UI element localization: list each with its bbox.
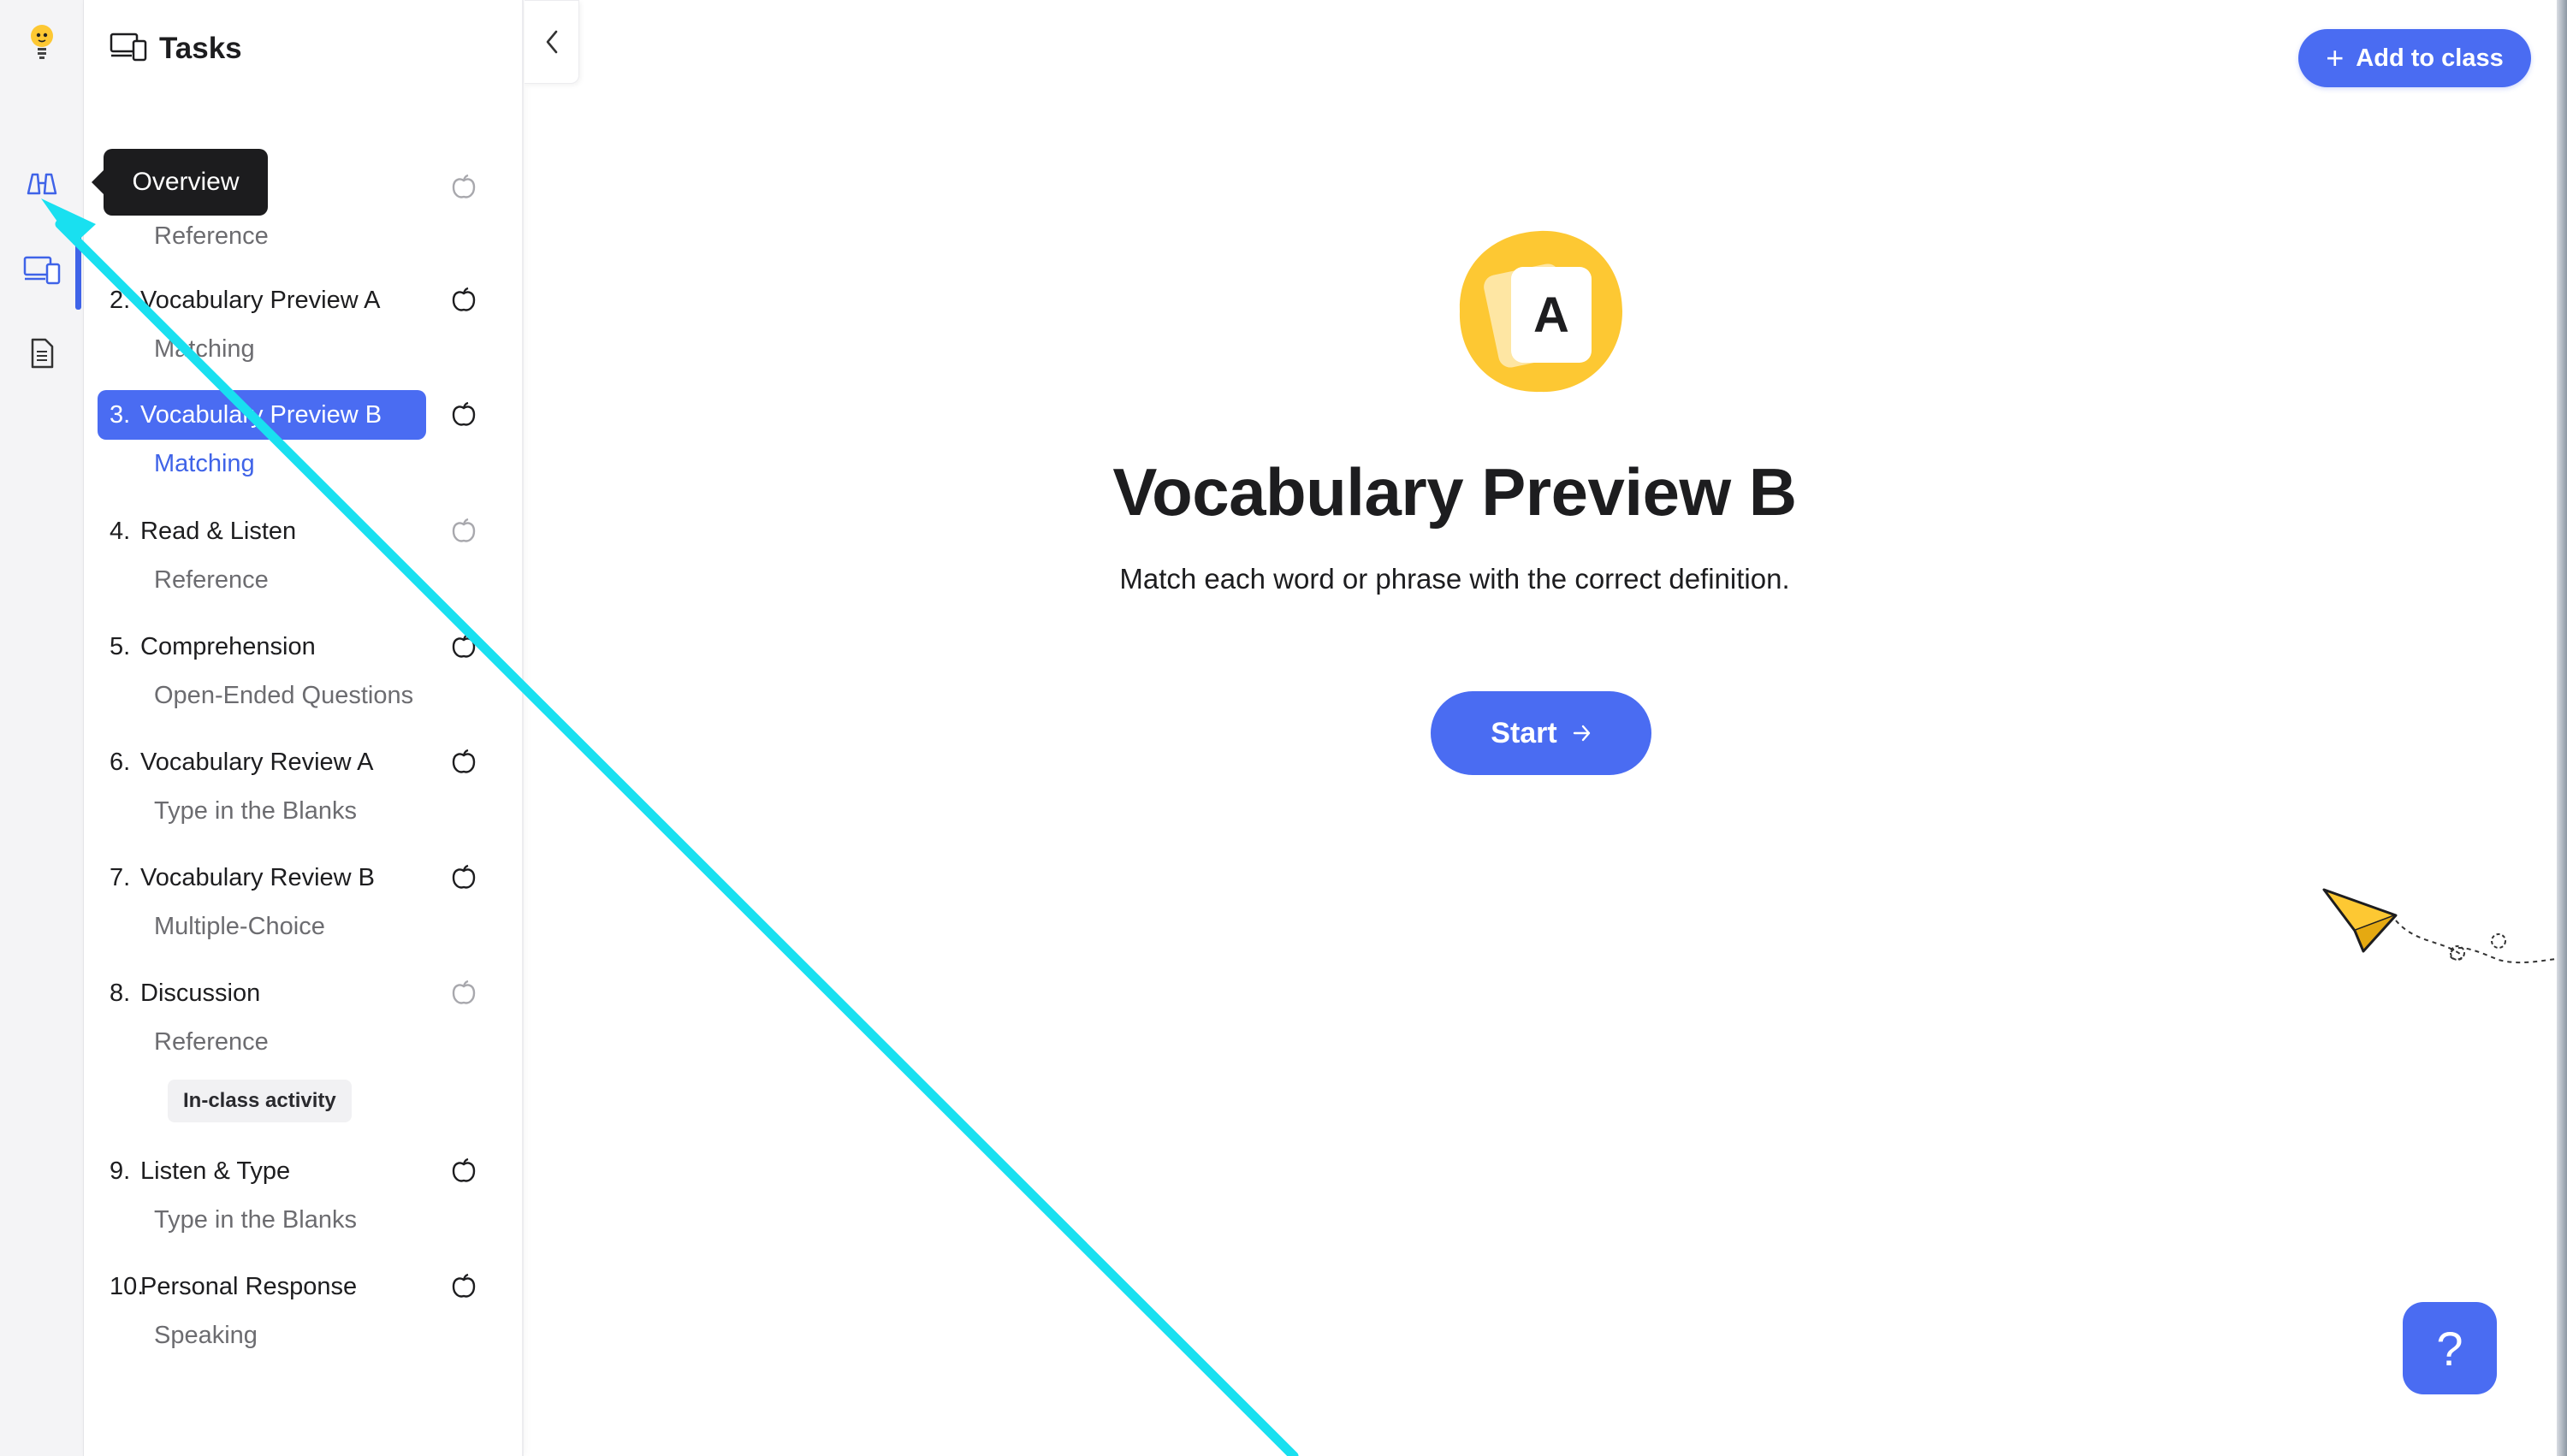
tasks-sidebar: Tasks Reference 2. Vocabulary Preview A … [84, 0, 524, 1456]
task-title: Listen & Type [140, 1157, 291, 1185]
task-title: Vocabulary Review B [140, 863, 376, 891]
task-title: Comprehension [140, 632, 316, 660]
devices-icon[interactable] [21, 248, 63, 291]
apple-icon [452, 1273, 476, 1298]
task-subtitle: Type in the Blanks [154, 1206, 357, 1234]
task-row: 2. Vocabulary Preview A [98, 275, 426, 325]
activity-description: Match each word or phrase with the corre… [1119, 563, 1790, 595]
task-subtitle: Reference [154, 566, 269, 594]
task-title: Read & Listen [140, 517, 297, 545]
task-number: 5. [110, 632, 131, 660]
task-number: 3. [110, 400, 131, 429]
task-subtitle: Speaking [154, 1322, 258, 1349]
task-title: Vocabulary Preview A [140, 286, 381, 314]
sidebar-header: Tasks [110, 31, 242, 66]
start-button[interactable]: Start [1431, 691, 1651, 775]
app-root: Tasks Reference 2. Vocabulary Preview A … [0, 0, 2567, 1456]
task-number: 7. [110, 863, 131, 891]
add-to-class-label: Add to class [2356, 44, 2504, 72]
task-item-9[interactable]: 9. Listen & Type Type in the Blanks [98, 1146, 508, 1244]
paper-plane-icon [2322, 888, 2567, 964]
start-label: Start [1491, 716, 1557, 749]
sidebar-title: Tasks [159, 31, 242, 65]
window-edge [2557, 0, 2567, 1456]
apple-icon [452, 749, 476, 773]
task-item-6[interactable]: 6. Vocabulary Review A Type in the Blank… [98, 737, 508, 835]
task-item-5[interactable]: 5. Comprehension Open-Ended Questions [98, 622, 508, 719]
overview-tooltip: Overview [92, 149, 268, 216]
task-row: 8. Discussion [98, 968, 426, 1018]
devices-icon [110, 31, 147, 66]
binoculars-icon[interactable] [21, 163, 63, 205]
in-class-activity-badge: In-class activity [168, 1080, 352, 1122]
task-subtitle: Matching [154, 450, 255, 477]
task-item-3[interactable]: 3. Vocabulary Preview B Matching [98, 390, 508, 488]
apple-icon [452, 287, 476, 311]
apple-icon [452, 401, 476, 426]
task-number: 10. [110, 1272, 145, 1300]
task-subtitle: Multiple-Choice [154, 913, 325, 940]
task-title: Vocabulary Preview B [140, 400, 382, 429]
task-subtitle: Type in the Blanks [154, 797, 357, 825]
task-item-10[interactable]: 10. Personal Response Speaking [98, 1262, 508, 1359]
rail-active-indicator [75, 231, 81, 310]
document-icon[interactable] [21, 332, 63, 375]
task-item-7[interactable]: 7. Vocabulary Review B Multiple-Choice [98, 853, 508, 950]
chevron-left-icon [546, 30, 557, 54]
task-row: 3. Vocabulary Preview B [98, 390, 426, 440]
task-title: Personal Response [140, 1272, 358, 1300]
task-row: 9. Listen & Type [98, 1146, 426, 1196]
task-row: 7. Vocabulary Review B [98, 853, 426, 903]
plus-icon: + [2326, 40, 2345, 75]
apple-icon [452, 518, 476, 542]
logo-letter: A [1533, 287, 1569, 343]
task-number: 8. [110, 979, 131, 1007]
activity-title: Vocabulary Preview B [1112, 454, 1797, 530]
task-number: 6. [110, 748, 131, 776]
task-number: 4. [110, 517, 131, 545]
task-number: 2. [110, 286, 131, 314]
task-item-8[interactable]: 8. Discussion Reference In-class activit… [98, 968, 508, 1122]
apple-icon [452, 633, 476, 658]
task-title: Vocabulary Review A [140, 748, 374, 776]
help-button[interactable]: ? [2403, 1302, 2497, 1394]
task-subtitle: Open-Ended Questions [154, 682, 414, 709]
task-title: Discussion [140, 979, 261, 1007]
activity-logo: A [1455, 226, 1626, 397]
task-row: 10. Personal Response [98, 1262, 426, 1311]
apple-icon [452, 980, 476, 1004]
task-row: 4. Read & Listen [98, 506, 426, 556]
lightbulb-icon[interactable] [21, 21, 63, 63]
task-subtitle: Reference [154, 1028, 269, 1056]
apple-icon [452, 1157, 476, 1182]
task-number: 9. [110, 1157, 131, 1185]
collapse-sidebar-button[interactable] [525, 0, 579, 84]
task-subtitle: Reference [154, 222, 269, 250]
task-item-2[interactable]: 2. Vocabulary Preview A Matching [98, 275, 508, 373]
help-label: ? [2436, 1321, 2463, 1376]
task-item-4[interactable]: 4. Read & Listen Reference [98, 506, 508, 604]
task-row: 6. Vocabulary Review A [98, 737, 426, 787]
icon-rail [0, 0, 84, 1456]
apple-icon [452, 864, 476, 889]
task-subtitle: Matching [154, 335, 255, 363]
add-to-class-button[interactable]: + Add to class [2298, 29, 2531, 87]
apple-icon [452, 174, 476, 198]
arrow-right-icon [1573, 725, 1590, 742]
task-row: 5. Comprehension [98, 622, 426, 672]
